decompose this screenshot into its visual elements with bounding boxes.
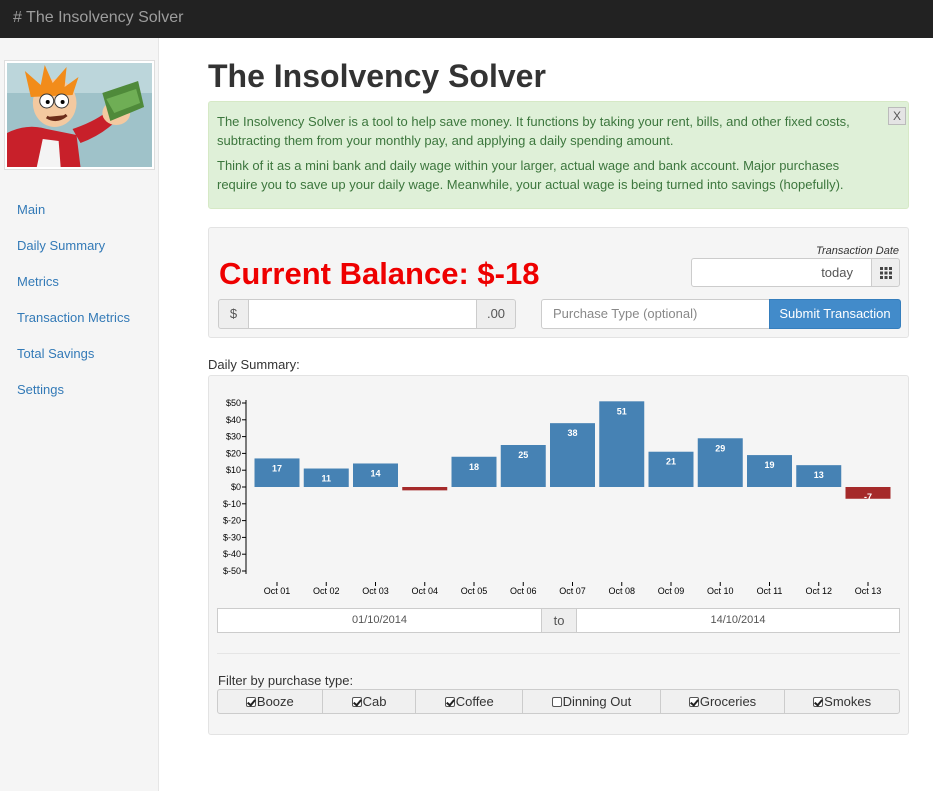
x-tick-label: Oct 03 [362,586,389,596]
bar-value-label: 21 [666,457,676,467]
chart-bar [402,487,448,491]
filter-coffee-label: Coffee [455,694,494,709]
x-tick-label: Oct 05 [461,586,488,596]
range-to-input[interactable]: 14/10/2014 [576,608,900,633]
x-tick-label: Oct 12 [805,586,832,596]
checkbox-smokes[interactable] [813,696,824,707]
sidebar-item-daily-summary[interactable]: Daily Summary [0,234,158,270]
bar-value-label: -7 [864,492,872,502]
sidebar-link-transaction-metrics[interactable]: Transaction Metrics [17,310,130,325]
bar-value-label: 14 [370,468,380,478]
checkbox-dinning-out[interactable] [551,696,562,707]
filter-dinning-out[interactable]: Dinning Out [522,689,661,714]
y-tick-label: $40 [226,415,241,425]
checkbox-coffee[interactable] [444,696,455,707]
current-balance: Current Balance: $-18 [219,256,540,291]
sidebar-item-total-savings[interactable]: Total Savings [0,342,158,378]
filter-smokes-label: Smokes [824,694,872,709]
transaction-date-label: Transaction Date [816,245,899,257]
x-tick-label: Oct 11 [757,586,783,596]
bar-value-label: 25 [518,450,528,460]
filter-label: Filter by purchase type: [218,673,354,688]
bar-value-label: 51 [617,406,627,416]
x-tick-label: Oct 13 [855,586,882,596]
purchase-type-filter: Booze Cab Coffee Dinning Out Groceries S… [217,689,900,714]
bar-value-label: 29 [715,443,725,453]
top-navbar: # The Insolvency Solver [0,0,933,38]
range-from-input[interactable]: 01/10/2014 [217,608,542,633]
y-tick-label: $-50 [223,566,241,576]
sidebar-link-settings[interactable]: Settings [17,382,64,397]
x-tick-label: Oct 02 [313,586,340,596]
submit-transaction-button[interactable]: Submit Transaction [769,299,901,329]
amount-input[interactable] [248,299,477,329]
filter-smokes[interactable]: Smokes [784,689,900,714]
alert-close-button[interactable]: X [888,107,906,125]
sidebar-item-metrics[interactable]: Metrics [0,270,158,306]
alert-paragraph-1: The Insolvency Solver is a tool to help … [217,114,850,148]
checkbox-groceries[interactable] [688,696,699,707]
page-title: The Insolvency Solver [208,58,546,94]
x-tick-label: Oct 01 [264,586,291,596]
y-tick-label: $0 [231,482,241,492]
y-tick-label: $10 [226,465,241,475]
filter-booze-label: Booze [256,694,294,709]
grid-icon [880,267,892,279]
x-tick-label: Oct 09 [658,586,685,596]
alert-paragraph-2: Think of it as a mini bank and daily wag… [217,158,844,192]
sidebar-item-main[interactable]: Main [0,198,158,234]
daily-summary-label: Daily Summary: [208,357,300,372]
filter-groceries[interactable]: Groceries [659,689,786,714]
currency-prefix: $ [218,299,249,329]
checkbox-booze[interactable] [245,696,256,707]
bar-value-label: 19 [764,460,774,470]
filter-dinning-out-label: Dinning Out [562,694,632,709]
sidebar-link-metrics[interactable]: Metrics [17,274,59,289]
avatar-image [4,60,155,170]
calendar-button[interactable] [871,258,900,287]
transaction-date-input[interactable]: today [691,258,872,287]
sidebar-item-transaction-metrics[interactable]: Transaction Metrics [0,306,158,342]
transaction-panel: Current Balance: $-18 Transaction Date t… [208,227,909,338]
daily-summary-chart: $50 $40 $30 $20 $10 $0 $-10 $-20 $-30 $-40 $-50 17 O… [223,398,891,596]
filter-cab[interactable]: Cab [321,689,417,714]
filter-coffee[interactable]: Coffee [415,689,524,714]
x-tick-label: Oct 04 [411,586,438,596]
sidebar-link-daily-summary[interactable]: Daily Summary [17,238,105,253]
y-tick-label: $50 [226,398,241,408]
y-tick-label: $-40 [223,549,241,559]
x-tick-label: Oct 07 [559,586,586,596]
x-tick-label: Oct 06 [510,586,537,596]
sidebar-item-settings[interactable]: Settings [0,378,158,414]
filter-groceries-label: Groceries [699,694,757,709]
divider [217,653,900,654]
sidebar-link-total-savings[interactable]: Total Savings [17,346,94,361]
sidebar-nav: Main Daily Summary Metrics Transaction M… [0,198,158,414]
x-tick-label: Oct 08 [608,586,635,596]
filter-cab-label: Cab [362,694,387,709]
purchase-type-input[interactable]: Purchase Type (optional) [541,299,770,329]
y-tick-label: $-30 [223,532,241,542]
y-tick-label: $-10 [223,499,241,509]
filter-booze[interactable]: Booze [217,689,323,714]
daily-summary-panel: $50 $40 $30 $20 $10 $0 $-10 $-20 $-30 $-40 $-50 17 O… [208,375,909,735]
y-tick-label: $30 [226,432,241,442]
bar-value-label: 17 [272,463,282,473]
brand-link[interactable]: # The Insolvency Solver [13,9,183,27]
bar-value-label: 38 [567,428,577,438]
bar-value-label: 18 [469,462,479,472]
checkbox-cab[interactable] [351,696,362,707]
bar-value-label: 13 [814,470,824,480]
sidebar: Main Daily Summary Metrics Transaction M… [0,38,159,791]
currency-suffix: .00 [476,299,516,329]
info-alert: The Insolvency Solver is a tool to help … [208,101,909,209]
x-tick-label: Oct 10 [707,586,734,596]
sidebar-link-main[interactable]: Main [17,202,45,217]
y-tick-label: $-20 [223,516,241,526]
range-to-label: to [541,608,577,633]
bar-value-label: 11 [321,474,331,484]
y-tick-label: $20 [226,448,241,458]
